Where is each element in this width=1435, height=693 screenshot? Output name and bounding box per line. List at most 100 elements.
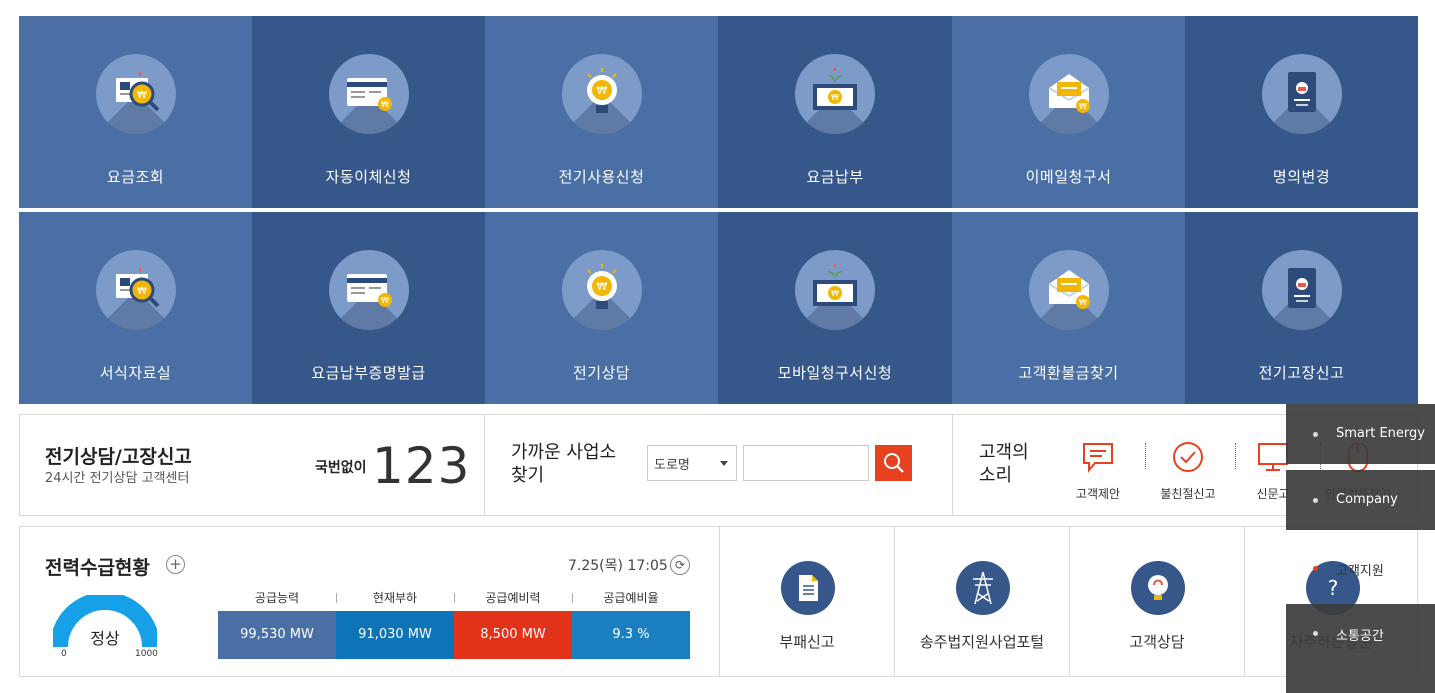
quick-link-label: 고객상담 — [1129, 633, 1185, 651]
supply-title: 전력수급현황 — [45, 557, 150, 579]
monitor-icon — [1256, 443, 1290, 477]
voice-separator — [1145, 443, 1146, 469]
passport-id-icon — [1272, 258, 1332, 322]
email-bill-icon: ₩ — [1039, 258, 1099, 322]
tile-label: 명의변경 — [1272, 168, 1331, 186]
office-search-input[interactable] — [743, 445, 869, 481]
consult-section: 전기상담/고장신고 24시간 전기상담 고객센터 국번없이 123 — [20, 415, 485, 515]
side-nav-item[interactable]: 고객지원 — [1286, 536, 1435, 600]
service-tile[interactable]: ₩ 전기상담 — [485, 212, 718, 404]
service-tile[interactable]: 전기고장신고 — [1185, 212, 1418, 404]
quick-link[interactable]: 송주법지원사업포털 — [895, 527, 1070, 676]
icon-circle: ₩ — [95, 250, 176, 330]
gauge-max: 1000 — [135, 649, 158, 659]
service-tiles-row-2: ₩ 서식자료실 ₩ 요금납부증명발급 ₩ 전기상담 ₩ 모바일청구서신청 ₩ 고객환불금찾기 전기고… — [19, 212, 1418, 404]
voice-item[interactable]: 불친절신고 — [1148, 441, 1228, 502]
side-nav-item[interactable]: 소통공간 — [1286, 604, 1435, 693]
icon-circle: ₩ — [95, 54, 176, 134]
service-tile[interactable]: ₩ 요금납부증명발급 — [252, 212, 485, 404]
refresh-icon[interactable]: ⟳ — [670, 555, 690, 575]
bullet-icon — [1313, 566, 1318, 571]
auto-transfer-card-icon: ₩ — [339, 62, 399, 126]
icon-circle: ₩ — [561, 54, 642, 134]
supply-more-button[interactable]: + — [166, 555, 185, 574]
find-office-section: 가까운 사업소 찾기 도로명 — [485, 415, 953, 515]
quick-link-label: 부패신고 — [779, 633, 835, 651]
bottom-bar: 전력수급현황 + 7.25(목) 17:05 ⟳ 정상 0 1000 공급능력 현… — [19, 526, 1418, 677]
stat-header: 공급예비율 — [572, 587, 690, 611]
tile-label: 요금납부 — [806, 168, 864, 186]
tile-label: 요금납부증명발급 — [311, 364, 426, 382]
service-tile[interactable]: 명의변경 — [1185, 16, 1418, 208]
svg-text:₩: ₩ — [381, 100, 389, 109]
service-tile[interactable]: ₩ 이메일청구서 — [952, 16, 1185, 208]
consult-title: 전기상담/고장신고 — [45, 446, 192, 468]
stat-header: 공급능력 — [254, 591, 300, 605]
side-nav-item[interactable]: Smart Energy — [1286, 404, 1435, 464]
icon-circle: ₩ — [795, 54, 875, 134]
stats-headers: 공급능력 현재부하 공급예비력 공급예비율 — [218, 587, 690, 611]
find-office-title: 가까운 사업소 찾기 — [511, 442, 617, 486]
auto-transfer-card-icon: ₩ — [339, 258, 399, 322]
transmission-tower-icon — [956, 561, 1010, 615]
address-type-select[interactable]: 도로명 — [647, 445, 737, 481]
supply-timestamp: 7.25(목) 17:05 — [568, 558, 668, 574]
stat-value: 91,030 MW — [336, 611, 454, 659]
bill-search-icon: ₩ — [106, 62, 166, 126]
service-tile[interactable]: ₩ 자동이체신청 — [252, 16, 485, 208]
icon-circle: ₩ — [1028, 250, 1109, 330]
icon-circle — [1261, 54, 1342, 134]
voice-title: 고객의 소리 — [979, 442, 1029, 486]
svg-text:₩: ₩ — [831, 289, 839, 298]
icon-circle: ₩ — [328, 54, 409, 134]
icon-circle: ₩ — [1028, 54, 1109, 134]
stat-header: 현재부하 — [336, 587, 454, 611]
service-tiles-row-1: ₩ 요금조회 ₩ 자동이체신청 ₩ 전기사용신청 ₩ 요금납부 ₩ 이메일청구서 명의변경 — [19, 16, 1418, 208]
gauge-state: 정상 — [90, 629, 120, 648]
stat-value: 99,530 MW — [218, 611, 336, 659]
tile-label: 고객환불금찾기 — [1018, 364, 1119, 382]
svg-text:₩: ₩ — [596, 84, 607, 97]
lightbulb-won-icon: ₩ — [572, 258, 632, 322]
voice-item-label: 고객제안 — [1075, 487, 1121, 501]
power-supply-section: 전력수급현황 + 7.25(목) 17:05 ⟳ 정상 0 1000 공급능력 현… — [20, 527, 720, 676]
tile-label: 전기고장신고 — [1258, 364, 1345, 382]
email-bill-icon: ₩ — [1039, 62, 1099, 126]
money-payment-icon: ₩ — [805, 258, 865, 322]
quick-link-label: 송주법지원사업포털 — [919, 633, 1045, 651]
stat-header: 공급예비력 — [454, 587, 572, 611]
service-tile[interactable]: ₩ 모바일청구서신청 — [718, 212, 952, 404]
voice-item[interactable]: 고객제안 — [1058, 441, 1138, 502]
search-button[interactable] — [875, 445, 912, 481]
tile-label: 전기사용신청 — [558, 168, 645, 186]
tile-label: 모바일청구서신청 — [777, 364, 893, 382]
svg-text:₩: ₩ — [137, 286, 147, 297]
bullet-icon — [1313, 432, 1318, 437]
caret-down-icon — [720, 461, 728, 466]
service-tile[interactable]: ₩ 요금조회 — [19, 16, 252, 208]
tile-label: 자동이체신청 — [325, 168, 412, 186]
lightbulb-icon — [1131, 561, 1185, 615]
side-nav-label: Smart Energy — [1336, 426, 1425, 441]
service-tile[interactable]: ₩ 전기사용신청 — [485, 16, 718, 208]
tile-label: 서식자료실 — [99, 364, 172, 382]
service-tile[interactable]: ₩ 요금납부 — [718, 16, 952, 208]
svg-text:₩: ₩ — [831, 93, 839, 102]
side-nav-label: 소통공간 — [1336, 629, 1384, 644]
side-nav-item[interactable]: Company — [1286, 470, 1435, 530]
voice-item-label: 불친절신고 — [1160, 487, 1216, 501]
quick-link[interactable]: 부패신고 — [720, 527, 895, 676]
search-icon — [883, 453, 904, 473]
consult-prefix: 국번없이 — [315, 460, 367, 476]
check-circle-icon — [1171, 442, 1205, 477]
service-tile[interactable]: ₩ 고객환불금찾기 — [952, 212, 1185, 404]
quick-link[interactable]: 고객상담 — [1070, 527, 1245, 676]
svg-text:₩: ₩ — [1079, 298, 1087, 307]
side-nav-panel: Smart Energy Company 고객지원소통공간 — [1286, 404, 1435, 693]
address-type-value: 도로명 — [654, 458, 690, 473]
icon-circle: ₩ — [795, 250, 875, 330]
icon-circle — [1261, 250, 1342, 330]
consult-phone-number[interactable]: 123 — [372, 437, 470, 495]
stat-value: 9.3 % — [572, 611, 690, 659]
service-tile[interactable]: ₩ 서식자료실 — [19, 212, 252, 404]
